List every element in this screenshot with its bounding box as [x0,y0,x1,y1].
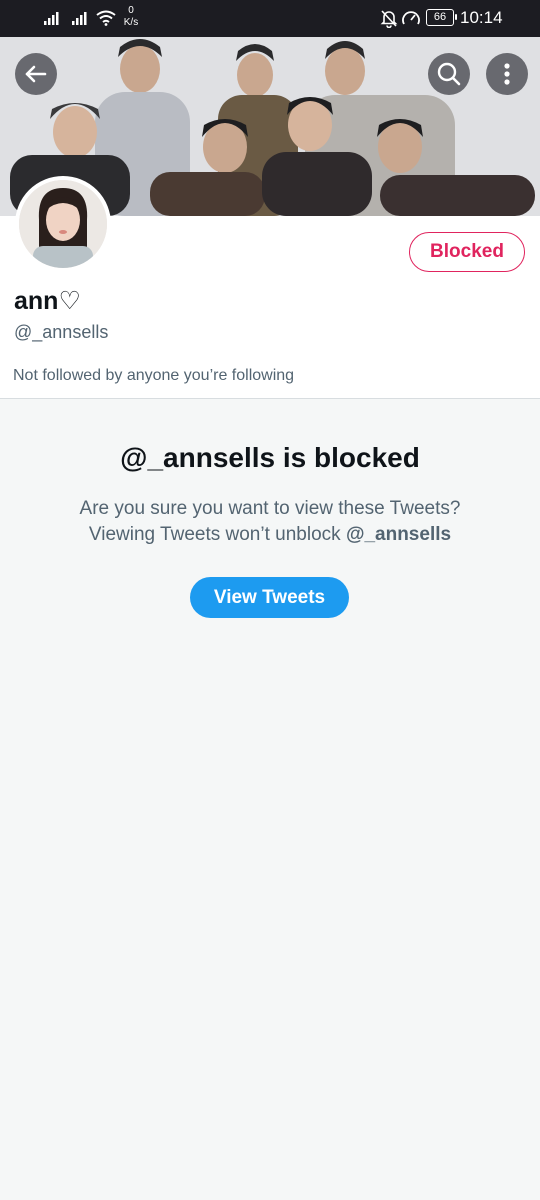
net-speed-unit: K/s [123,17,139,28]
net-speed: 0 K/s [120,5,142,29]
speedometer-icon [402,11,420,25]
signal-icon-2 [72,12,87,25]
search-button[interactable] [428,53,470,95]
signal-icon [44,12,59,25]
follow-note: Not followed by anyone you’re following [13,367,295,384]
blocked-description-handle: @_annsells [345,524,452,545]
blocked-title: @_annsells is blocked [120,442,420,473]
avatar[interactable] [15,176,111,272]
more-vertical-icon [504,63,510,85]
blocked-description-prefix: Viewing Tweets won’t unblock [88,524,346,545]
blocked-description-line1: Are you sure you want to view these Twee… [79,498,461,519]
status-time: 10:14 [460,8,503,27]
bell-off-icon [380,10,398,28]
handle: @_annsells [14,322,109,342]
avatar-photo [19,180,107,268]
search-icon [437,62,461,86]
status-bar: 0 K/s 66 10:14 [0,0,540,37]
net-speed-value: 0 [128,5,134,16]
back-button[interactable] [15,53,57,95]
blocked-description-line2: Viewing Tweets won’t unblock @_annsells [0,522,540,548]
wifi-icon [96,10,116,26]
view-tweets-button[interactable]: View Tweets [190,577,349,618]
more-button[interactable] [486,53,528,95]
display-name: ann♡ [14,287,81,315]
battery-indicator: 66 [426,9,457,26]
blocked-button[interactable]: Blocked [409,232,525,272]
arrow-left-icon [25,65,47,83]
blocked-description: Are you sure you want to view these Twee… [0,496,540,548]
